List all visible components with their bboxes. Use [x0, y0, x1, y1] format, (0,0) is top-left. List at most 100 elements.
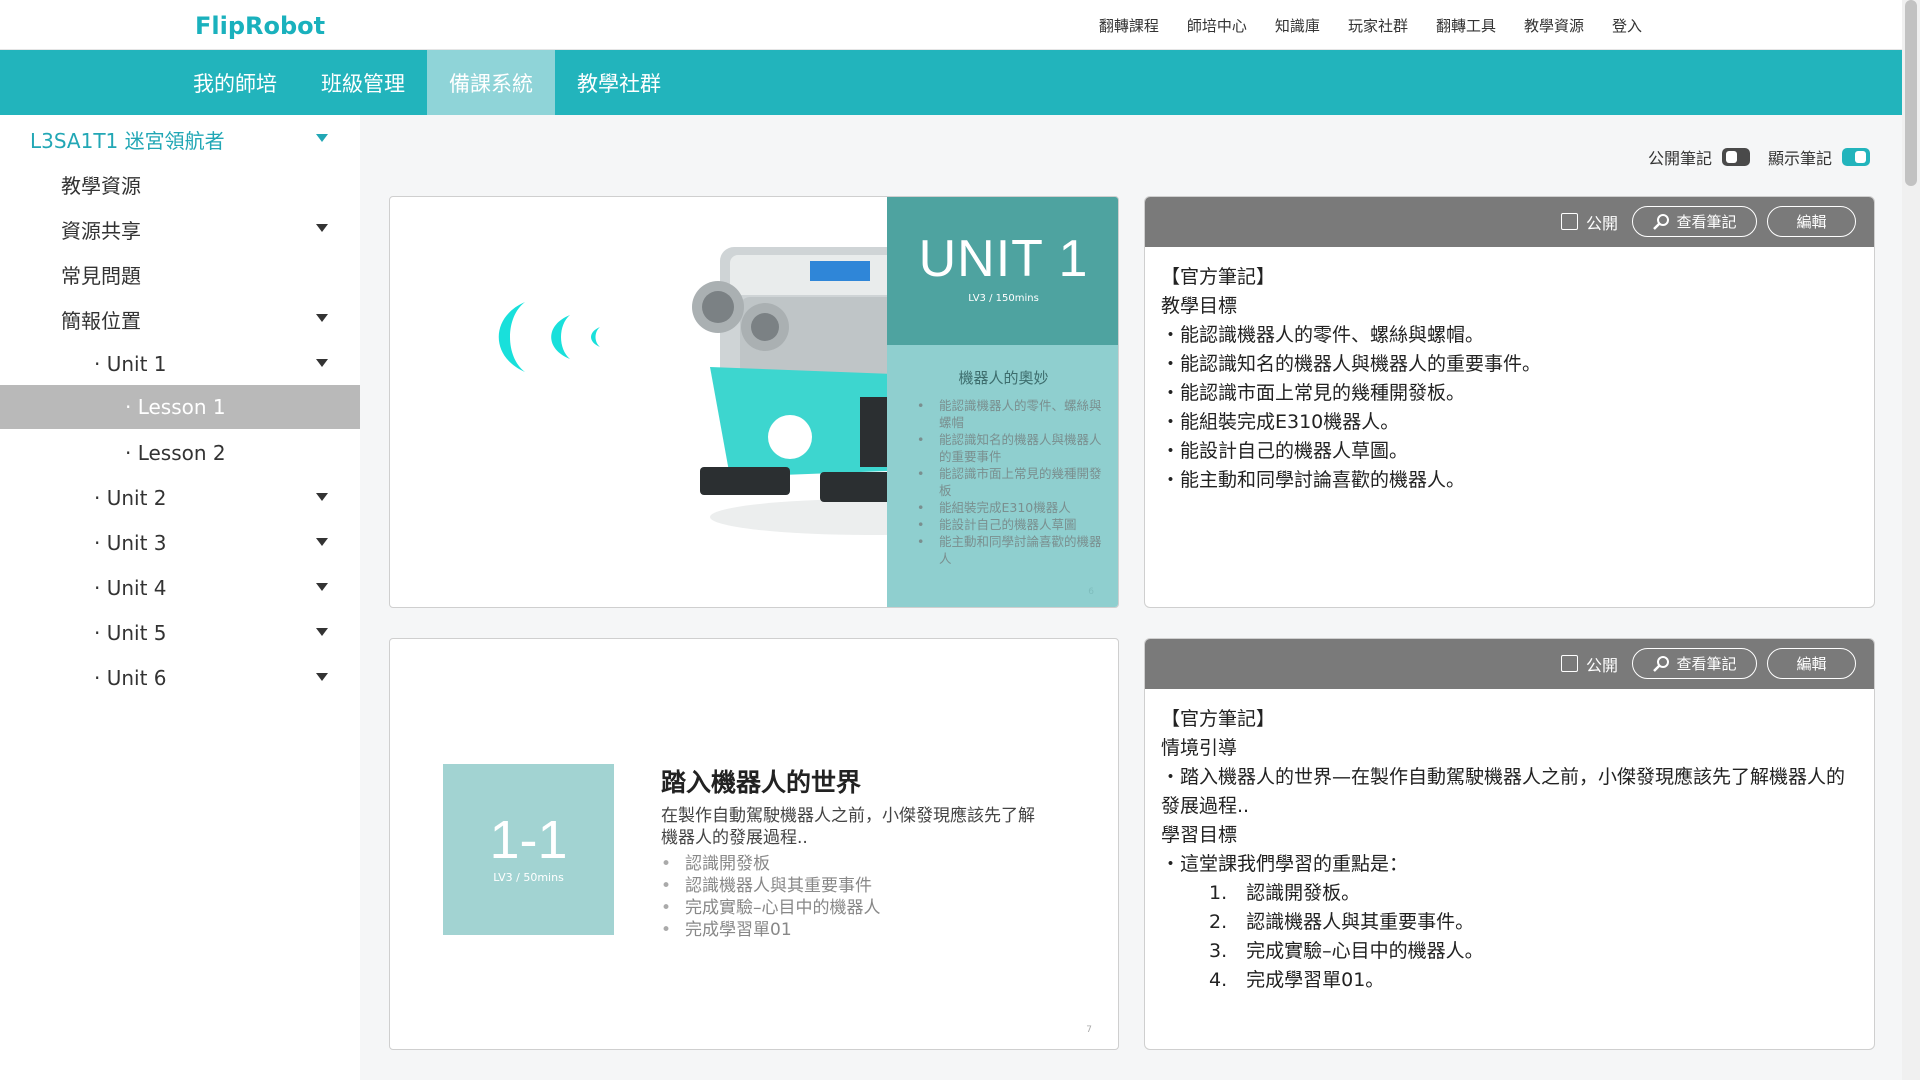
sidebar-item-label: 簡報位置 [61, 308, 141, 333]
sidebar-item-unit-6[interactable]: · Unit 6 [0, 656, 360, 700]
unit-heading: 機器人的奧妙 [958, 369, 1049, 387]
note-line: ・能設計自己的機器人草圖。 [1161, 440, 1409, 462]
nav-flip-courses[interactable]: 翻轉課程 [1099, 15, 1159, 36]
switch-off[interactable] [1721, 148, 1750, 166]
objective-item: 能組裝完成E310機器人 [917, 499, 1107, 516]
note-line: 【官方筆記】 [1161, 708, 1276, 730]
tab-class-management[interactable]: 班級管理 [299, 50, 427, 115]
note-line: ・能組裝完成E310機器人。 [1161, 411, 1400, 433]
sidebar-item-slides-location[interactable]: 簡報位置 [0, 297, 360, 341]
fliprobot-logo[interactable]: FlipRobot [195, 12, 325, 40]
edit-button[interactable]: 編輯 [1767, 648, 1856, 679]
objective-item: 能認識機器人的零件、螺絲與螺帽 [917, 397, 1107, 431]
scrollbar-thumb[interactable] [1905, 0, 1917, 186]
note-card: 公開 查看筆記 編輯 【官方筆記】 情境引導 ・踏入機器人的世界—在製作自動駕駛… [1144, 638, 1875, 1050]
caret-down-icon [316, 583, 328, 591]
nav-flip-tools[interactable]: 翻轉工具 [1436, 15, 1496, 36]
lesson-bullet: 認識開發板 [661, 853, 881, 875]
sidebar-item-label: 常見問題 [61, 263, 141, 288]
sidebar-item-label: · Unit 1 [94, 352, 167, 376]
tab-lesson-prep[interactable]: 備課系統 [427, 50, 555, 115]
objective-item: 能設計自己的機器人草圖 [917, 516, 1107, 533]
lesson-bullet: 完成學習單01 [661, 919, 881, 941]
edit-button[interactable]: 編輯 [1767, 206, 1856, 237]
checkbox-icon[interactable] [1560, 213, 1578, 230]
page-scrollbar[interactable] [1902, 0, 1920, 1080]
toggle-label: 公開筆記 [1647, 149, 1712, 168]
caret-down-icon [316, 673, 328, 681]
sidebar-item-unit-5[interactable]: · Unit 5 [0, 611, 360, 655]
view-notes-button[interactable]: 查看筆記 [1632, 206, 1757, 237]
sidebar-item-label: 資源共享 [61, 218, 141, 243]
unit-title: UNIT 1 [918, 230, 1089, 288]
public-checkbox[interactable]: 公開 [1560, 210, 1618, 234]
view-notes-button[interactable]: 查看筆記 [1632, 648, 1757, 679]
sidebar-item-unit-1[interactable]: · Unit 1 [0, 342, 360, 386]
sidebar-item-label: 教學資源 [61, 173, 141, 198]
public-checkbox[interactable]: 公開 [1560, 652, 1618, 676]
sidebar-item-label: · Unit 3 [94, 531, 167, 555]
lesson-bullet: 認識機器人與其重要事件 [661, 875, 881, 897]
show-notes-toggle[interactable]: 顯示筆記 [1768, 145, 1870, 169]
slide-thumbnail[interactable]: UNIT 1 LV3 / 150mins 機器人的奧妙 能認識機器人的零件、螺絲… [389, 196, 1119, 608]
checkbox-icon[interactable] [1560, 655, 1578, 672]
slide-page-number: 6 [1088, 587, 1094, 597]
nav-teaching-resources[interactable]: 教學資源 [1524, 15, 1584, 36]
caret-down-icon [316, 134, 328, 142]
top-nav: 翻轉課程 師培中心 知識庫 玩家社群 翻轉工具 教學資源 登入 [1099, 0, 1642, 50]
sidebar-item-resource-sharing[interactable]: 資源共享 [0, 207, 360, 251]
ordered-item: 1. 認識開發板。 [1209, 882, 1361, 904]
sidebar-item-label: · Unit 2 [94, 486, 167, 510]
search-icon [1653, 655, 1670, 672]
note-line: 教學目標 [1161, 295, 1238, 317]
slide-page-number: 7 [1086, 1025, 1092, 1035]
note-line: ・能認識市面上常見的幾種開發板。 [1161, 382, 1466, 404]
lesson-code: 1-1 [489, 810, 568, 870]
sidebar-item-unit-4[interactable]: · Unit 4 [0, 566, 360, 610]
ordered-item: 4. 完成學習單01。 [1209, 969, 1385, 991]
note-line: ・踏入機器人的世界—在製作自動駕駛機器人之前，小傑發現應該先了解機器人的發展過程… [1161, 766, 1846, 817]
nav-player-community[interactable]: 玩家社群 [1348, 15, 1408, 36]
objective-item: 能認識知名的機器人與機器人的重要事件 [917, 431, 1107, 465]
top-header: FlipRobot 翻轉課程 師培中心 知識庫 玩家社群 翻轉工具 教學資源 登… [0, 0, 1902, 50]
lesson-title: 踏入機器人的世界 [661, 768, 862, 797]
lesson-bullets: 認識開發板 認識機器人與其重要事件 完成實驗–心目中的機器人 完成學習單01 [661, 853, 881, 941]
tab-teaching-community[interactable]: 教學社群 [555, 50, 683, 115]
sidebar-item-lesson-2[interactable]: · Lesson 2 [0, 431, 360, 475]
objective-item: 能認識市面上常見的幾種開發板 [917, 465, 1107, 499]
switch-on[interactable] [1842, 148, 1870, 166]
button-label: 查看筆記 [1676, 213, 1737, 231]
ordered-list: 1. 認識開發板。 2. 認識機器人與其重要事件。 3. 完成實驗–心目中的機器… [1161, 879, 1858, 995]
unit-panel: UNIT 1 LV3 / 150mins 機器人的奧妙 能認識機器人的零件、螺絲… [887, 197, 1118, 607]
note-card: 公開 查看筆記 編輯 【官方筆記】 教學目標 ・能認識機器人的零件、螺絲與螺帽。… [1144, 196, 1875, 608]
note-line: ・能認識機器人的零件、螺絲與螺帽。 [1161, 324, 1485, 346]
nav-knowledge-base[interactable]: 知識庫 [1275, 15, 1320, 36]
caret-down-icon [316, 628, 328, 636]
note-line: ・能認識知名的機器人與機器人的重要事件。 [1161, 353, 1542, 375]
slide-thumbnail[interactable]: 1-1 LV3 / 50mins 踏入機器人的世界 在製作自動駕駛機器人之前，小… [389, 638, 1119, 1050]
caret-down-icon [316, 493, 328, 501]
public-notes-toggle[interactable]: 公開筆記 [1648, 145, 1750, 169]
lesson-bullet: 完成實驗–心目中的機器人 [661, 897, 881, 919]
note-line: ・能主動和同學討論喜歡的機器人。 [1161, 469, 1466, 491]
sidebar-item-unit-3[interactable]: · Unit 3 [0, 521, 360, 565]
sidebar-item-lesson-1[interactable]: · Lesson 1 [0, 385, 360, 429]
checkbox-label: 公開 [1585, 655, 1618, 675]
sidebar-course-title[interactable]: L3SA1T1 迷宮領航者 [0, 117, 360, 161]
unit-objectives: 能認識機器人的零件、螺絲與螺帽 能認識知名的機器人與機器人的重要事件 能認識市面… [917, 397, 1107, 567]
sidebar-item-faq[interactable]: 常見問題 [0, 252, 360, 296]
nav-login[interactable]: 登入 [1612, 15, 1642, 36]
sidebar-item-label: · Lesson 2 [125, 441, 226, 465]
sidebar-item-unit-2[interactable]: · Unit 2 [0, 476, 360, 520]
nav-teacher-training[interactable]: 師培中心 [1187, 15, 1247, 36]
note-body: 【官方筆記】 情境引導 ・踏入機器人的世界—在製作自動駕駛機器人之前，小傑發現應… [1145, 689, 1874, 1011]
caret-down-icon [316, 538, 328, 546]
lesson-description: 在製作自動駕駛機器人之前，小傑發現應該先了解機器人的發展過程.. [661, 806, 1035, 848]
tab-my-training[interactable]: 我的師培 [171, 50, 299, 115]
sidebar-item-label: · Unit 4 [94, 576, 167, 600]
main-tabs-bar: 我的師培 班級管理 備課系統 教學社群 [0, 50, 1902, 115]
sidebar-item-teaching-resources[interactable]: 教學資源 [0, 162, 360, 206]
sidebar-item-label: · Lesson 1 [125, 395, 226, 419]
note-header: 公開 查看筆記 編輯 [1145, 197, 1874, 247]
lesson-duration: LV3 / 50mins [493, 871, 564, 884]
